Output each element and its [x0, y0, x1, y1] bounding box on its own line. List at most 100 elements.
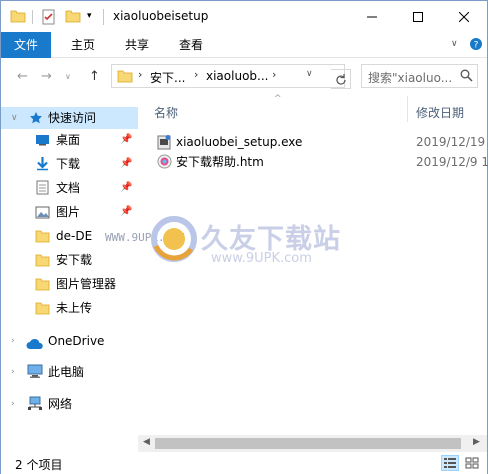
column-divider[interactable]: [407, 96, 408, 122]
close-button[interactable]: [441, 1, 487, 32]
pin-icon[interactable]: 📌: [120, 177, 132, 199]
qa-divider: [32, 10, 33, 24]
scrollbar-thumb[interactable]: [155, 438, 461, 449]
scroll-right-icon[interactable]: ▶: [473, 437, 480, 447]
nav-item-picture-manager[interactable]: 图片管理器: [1, 273, 138, 295]
breadcrumb-item[interactable]: xiaoluob...: [206, 69, 268, 83]
folder-icon: [35, 300, 50, 322]
nav-network[interactable]: › 网络: [1, 393, 138, 415]
refresh-button[interactable]: [331, 69, 351, 89]
nav-label: 下载: [56, 157, 81, 171]
desktop-icon: [35, 132, 50, 154]
nav-label: 桌面: [56, 133, 81, 147]
folder-icon: [117, 69, 133, 86]
nav-label: 图片: [56, 205, 81, 219]
nav-item-documents[interactable]: 文档 📌: [1, 177, 138, 199]
pictures-icon: [35, 204, 50, 226]
pin-icon[interactable]: 📌: [120, 129, 132, 151]
chevron-right-icon[interactable]: ›: [11, 361, 15, 383]
file-row[interactable]: xiaoluobei_setup.exe 2019/12/19: [152, 132, 487, 152]
nav-label: de-DE: [56, 229, 93, 243]
status-bar: 2 个项目: [1, 452, 487, 474]
horizontal-scrollbar[interactable]: ◀ ▶: [138, 435, 487, 452]
pin-icon[interactable]: 📌: [120, 153, 132, 175]
new-folder-icon[interactable]: [65, 9, 81, 26]
download-icon: [35, 156, 50, 178]
tab-home[interactable]: 主页: [63, 32, 103, 58]
nav-this-pc[interactable]: › 此电脑: [1, 361, 138, 383]
file-list: ^ 名称 修改日期 xiaoluobei_setup.exe 2019/12/1…: [138, 94, 488, 452]
address-dropdown-icon[interactable]: ∨: [306, 69, 313, 79]
folder-icon: [10, 9, 26, 26]
nav-label: 安下载: [56, 253, 93, 267]
folder-icon: [35, 276, 50, 298]
column-header-name[interactable]: 名称: [154, 104, 178, 121]
address-row: ← → ∨ ↑ › 安下... › xiaoluob... › ∨ 搜索"xia…: [1, 58, 487, 96]
help-icon[interactable]: ?: [469, 37, 483, 54]
network-icon: [27, 396, 43, 418]
nav-label: 此电脑: [48, 365, 85, 379]
tab-view[interactable]: 查看: [171, 32, 211, 58]
search-placeholder: 搜索"xiaoluo...: [368, 71, 453, 85]
watermark-logo-icon: [151, 216, 197, 265]
nav-quick-access[interactable]: ∨ 快速访问: [1, 107, 138, 129]
nav-item-downloads[interactable]: 下载 📌: [1, 153, 138, 175]
tab-file[interactable]: 文件: [1, 32, 51, 58]
details-view-button[interactable]: [441, 455, 459, 471]
pin-icon[interactable]: 📌: [120, 201, 132, 223]
item-count: 2 个项目: [15, 458, 63, 472]
search-input[interactable]: 搜索"xiaoluo...: [361, 64, 478, 88]
nav-item-pictures[interactable]: 图片 📌: [1, 201, 138, 223]
breadcrumb-item[interactable]: 安下...: [150, 69, 185, 86]
file-row[interactable]: 安下载帮助.htm 2019/12/9 1: [152, 152, 488, 172]
maximize-button[interactable]: [395, 1, 441, 32]
window-title: xiaoluobeisetup: [113, 9, 209, 23]
file-name: 安下载帮助.htm: [176, 155, 264, 169]
chevron-right-icon[interactable]: ›: [11, 330, 15, 352]
title-bar: ▾ xiaoluobeisetup: [1, 1, 487, 32]
chevron-right-icon: ›: [194, 68, 199, 81]
chevron-right-icon: ›: [138, 68, 143, 81]
svg-text:?: ?: [474, 41, 479, 51]
nav-label: OneDrive: [48, 334, 105, 348]
computer-icon: [27, 364, 43, 386]
explorer-window: ▾ xiaoluobeisetup 文件 主页 共享 查看 ∨ ? ← → ∨ …: [0, 0, 488, 474]
properties-icon[interactable]: [41, 9, 57, 28]
nav-onedrive[interactable]: › OneDrive: [1, 330, 138, 352]
nav-label: 快速访问: [48, 111, 97, 125]
ribbon-tabs: 文件 主页 共享 查看 ∨ ?: [1, 32, 487, 58]
expand-ribbon-icon[interactable]: ∨: [451, 39, 458, 49]
file-name: xiaoluobei_setup.exe: [176, 135, 303, 149]
large-icons-view-button[interactable]: [463, 455, 481, 471]
file-date: 2019/12/19: [416, 135, 486, 149]
nav-item-desktop[interactable]: 桌面 📌: [1, 129, 138, 151]
navigation-pane: ∨ 快速访问 桌面 📌 下载 📌 文档 📌 图片 📌 de-DE 安下载 图片管…: [1, 96, 138, 452]
up-arrow-icon[interactable]: ↑: [89, 69, 100, 84]
scroll-left-icon[interactable]: ◀: [143, 437, 150, 447]
nav-item-anxiazai[interactable]: 安下载: [1, 249, 138, 271]
sort-up-icon: ^: [274, 94, 282, 104]
folder-icon: [35, 228, 50, 250]
minimize-button[interactable]: [349, 1, 395, 32]
tab-share[interactable]: 共享: [117, 32, 157, 58]
nav-label: 图片管理器: [56, 277, 117, 291]
forward-arrow-icon[interactable]: →: [41, 69, 52, 84]
nav-label: 文档: [56, 181, 81, 195]
chevron-right-icon[interactable]: ›: [11, 393, 15, 415]
document-icon: [36, 180, 49, 202]
search-icon[interactable]: [460, 69, 473, 85]
nav-item-not-uploaded[interactable]: 未上传: [1, 297, 138, 319]
column-header-modified[interactable]: 修改日期: [416, 104, 464, 121]
folder-icon: [35, 252, 50, 274]
nav-label: 未上传: [56, 301, 93, 315]
title-divider: [103, 9, 104, 25]
qa-dropdown-icon[interactable]: ▾: [87, 11, 92, 21]
file-date: 2019/12/9 1: [416, 155, 488, 169]
back-arrow-icon[interactable]: ←: [17, 69, 28, 84]
chevron-right-icon: ›: [272, 68, 277, 81]
chevron-down-icon[interactable]: ∨: [11, 107, 18, 129]
cloud-icon: [26, 335, 44, 357]
nav-label: 网络: [48, 397, 73, 411]
recent-dropdown-icon[interactable]: ∨: [65, 72, 71, 81]
watermark-url: www.9UPK.com: [211, 251, 312, 266]
